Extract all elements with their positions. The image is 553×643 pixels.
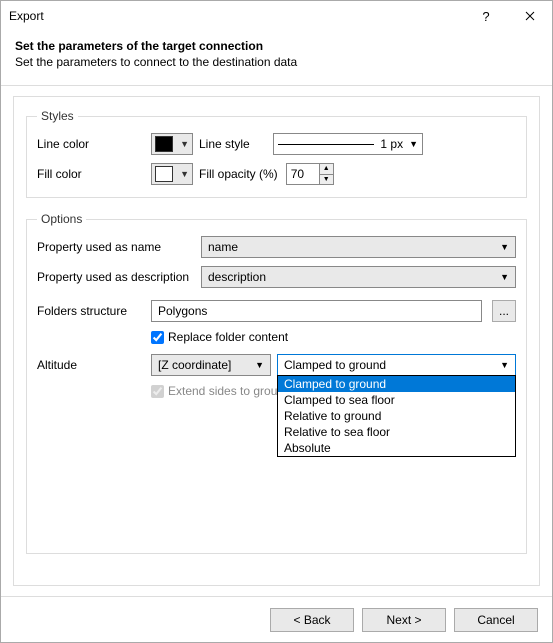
extend-label: Extend sides to ground bbox=[168, 384, 291, 398]
content-area: Styles Line color ▼ Line style 1 px ▼ bbox=[1, 86, 552, 596]
altitude-source-combo[interactable]: [Z coordinate] ▼ bbox=[151, 354, 271, 376]
fill-color-swatch bbox=[155, 166, 173, 182]
prop-desc-value: description bbox=[208, 270, 500, 284]
altitude-mode-option[interactable]: Absolute bbox=[278, 440, 515, 456]
header-title: Set the parameters of the target connect… bbox=[15, 39, 538, 53]
replace-folder-checkbox[interactable]: Replace folder content bbox=[151, 330, 288, 344]
altitude-mode-option[interactable]: Relative to ground bbox=[278, 408, 515, 424]
folders-label: Folders structure bbox=[37, 304, 145, 318]
line-preview bbox=[278, 144, 374, 145]
prop-desc-combo[interactable]: description ▼ bbox=[201, 266, 516, 288]
folders-input[interactable]: Polygons bbox=[151, 300, 482, 322]
spinner-down[interactable]: ▼ bbox=[320, 175, 333, 185]
fill-opacity-input[interactable] bbox=[287, 164, 319, 184]
chevron-down-icon: ▼ bbox=[409, 139, 418, 149]
fill-color-picker[interactable]: ▼ bbox=[151, 163, 193, 185]
fill-color-label: Fill color bbox=[37, 167, 145, 181]
line-color-swatch bbox=[155, 136, 173, 152]
styles-group: Styles Line color ▼ Line style 1 px ▼ bbox=[26, 109, 527, 198]
fill-opacity-spinner[interactable]: ▲ ▼ bbox=[286, 163, 334, 185]
altitude-mode-option[interactable]: Clamped to ground bbox=[278, 376, 515, 392]
header-subtitle: Set the parameters to connect to the des… bbox=[15, 55, 538, 69]
chevron-down-icon: ▼ bbox=[500, 272, 509, 282]
altitude-label: Altitude bbox=[37, 358, 145, 372]
options-group: Options Property used as name name ▼ Pro… bbox=[26, 212, 527, 554]
line-style-value: 1 px bbox=[380, 137, 403, 151]
line-color-picker[interactable]: ▼ bbox=[151, 133, 193, 155]
altitude-source-value: [Z coordinate] bbox=[158, 358, 255, 372]
chevron-down-icon: ▼ bbox=[180, 139, 189, 149]
replace-label: Replace folder content bbox=[168, 330, 288, 344]
cancel-button[interactable]: Cancel bbox=[454, 608, 538, 632]
fill-opacity-label: Fill opacity (%) bbox=[199, 167, 278, 181]
next-button[interactable]: Next > bbox=[362, 608, 446, 632]
extend-sides-checkbox: Extend sides to ground bbox=[151, 384, 291, 398]
folders-value: Polygons bbox=[158, 304, 207, 318]
browse-button[interactable]: ... bbox=[492, 300, 516, 322]
styles-legend: Styles bbox=[37, 109, 78, 123]
help-button[interactable]: ? bbox=[464, 1, 508, 31]
main-panel: Styles Line color ▼ Line style 1 px ▼ bbox=[13, 96, 540, 586]
spinner-up[interactable]: ▲ bbox=[320, 164, 333, 175]
options-legend: Options bbox=[37, 212, 86, 226]
line-color-label: Line color bbox=[37, 137, 145, 151]
chevron-down-icon: ▼ bbox=[500, 360, 509, 370]
chevron-down-icon: ▼ bbox=[255, 360, 264, 370]
titlebar: Export ? bbox=[1, 1, 552, 31]
line-style-picker[interactable]: 1 px ▼ bbox=[273, 133, 423, 155]
replace-checkbox-input[interactable] bbox=[151, 331, 164, 344]
export-dialog: Export ? Set the parameters of the targe… bbox=[0, 0, 553, 643]
window-title: Export bbox=[9, 9, 464, 23]
extend-checkbox-input bbox=[151, 385, 164, 398]
chevron-down-icon: ▼ bbox=[180, 169, 189, 179]
prop-name-combo[interactable]: name ▼ bbox=[201, 236, 516, 258]
prop-name-value: name bbox=[208, 240, 500, 254]
header: Set the parameters of the target connect… bbox=[1, 31, 552, 81]
chevron-down-icon: ▼ bbox=[500, 242, 509, 252]
line-style-label: Line style bbox=[199, 137, 267, 151]
altitude-mode-list: Clamped to ground Clamped to sea floor R… bbox=[277, 375, 516, 457]
altitude-mode-value: Clamped to ground bbox=[284, 358, 500, 372]
altitude-mode-option[interactable]: Clamped to sea floor bbox=[278, 392, 515, 408]
back-button[interactable]: < Back bbox=[270, 608, 354, 632]
altitude-mode-option[interactable]: Relative to sea floor bbox=[278, 424, 515, 440]
footer: < Back Next > Cancel bbox=[1, 596, 552, 642]
close-button[interactable] bbox=[508, 1, 552, 31]
close-icon bbox=[525, 11, 535, 21]
prop-name-label: Property used as name bbox=[37, 240, 195, 254]
prop-desc-label: Property used as description bbox=[37, 270, 195, 284]
altitude-mode-combo[interactable]: Clamped to ground ▼ Clamped to ground Cl… bbox=[277, 354, 516, 376]
